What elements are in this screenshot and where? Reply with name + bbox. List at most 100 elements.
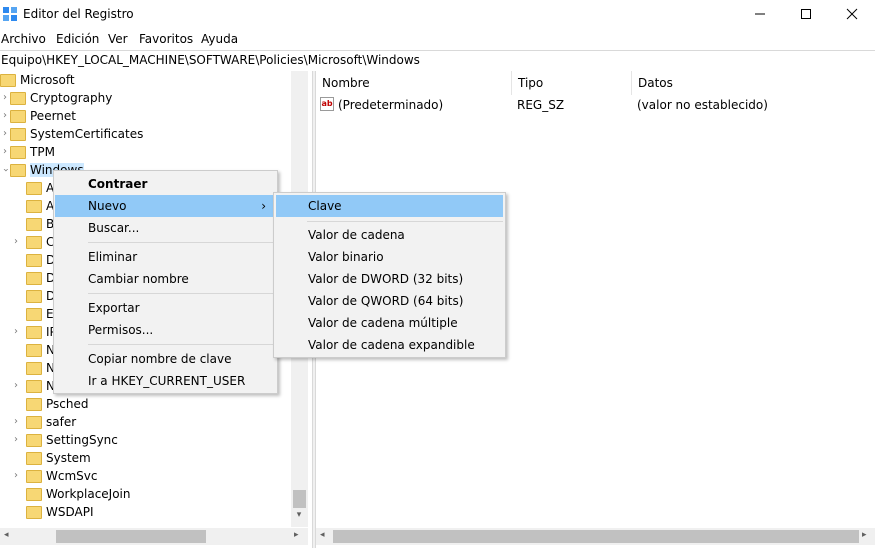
tree-node-child[interactable]: N xyxy=(26,341,55,359)
expand-chevron-icon[interactable]: › xyxy=(11,431,21,449)
menu-separator xyxy=(88,293,274,294)
scroll-left-arrow-icon[interactable]: ◂ xyxy=(320,530,330,543)
expand-chevron-icon[interactable]: › xyxy=(0,107,10,125)
tree-node-systemcertificates[interactable]: SystemCertificates xyxy=(10,125,143,143)
maximize-icon xyxy=(801,9,811,19)
tree-node-workplacejoin[interactable]: WorkplaceJoin xyxy=(26,485,131,503)
address-path[interactable]: Equipo\HKEY_LOCAL_MACHINE\SOFTWARE\Polic… xyxy=(1,52,420,68)
expand-chevron-icon[interactable]: › xyxy=(11,377,21,395)
menu-item-ir-a-hkcu[interactable]: Ir a HKEY_CURRENT_USER xyxy=(55,370,276,392)
close-icon xyxy=(846,8,858,20)
submenu-item-valor-cadena-multiple[interactable]: Valor de cadena múltiple xyxy=(276,312,503,334)
folder-icon xyxy=(26,487,42,501)
scroll-right-arrow-icon[interactable]: ▸ xyxy=(294,530,304,543)
submenu-arrow-icon: › xyxy=(261,199,266,213)
string-value-icon: ab xyxy=(320,97,334,111)
tree-node-child[interactable]: B xyxy=(26,215,54,233)
value-type: REG_SZ xyxy=(517,98,565,112)
tree-vertical-scroll-thumb[interactable] xyxy=(293,490,306,508)
column-header-datos[interactable]: Datos xyxy=(632,71,875,95)
menu-item-nuevo[interactable]: Nuevo › xyxy=(55,195,276,217)
window-title: Editor del Registro xyxy=(23,7,134,21)
menu-favoritos[interactable]: Favoritos xyxy=(139,31,193,47)
tree-node-child[interactable]: D xyxy=(26,269,55,287)
submenu-item-valor-binario[interactable]: Valor binario xyxy=(276,246,503,268)
folder-icon xyxy=(26,343,42,357)
tree-node-wsdapi[interactable]: WSDAPI xyxy=(26,503,94,521)
submenu-item-valor-qword[interactable]: Valor de QWORD (64 bits) xyxy=(276,290,503,312)
tree-node-child[interactable]: A xyxy=(26,179,54,197)
expand-chevron-icon[interactable]: › xyxy=(0,143,10,161)
tree-node-settingsync[interactable]: SettingSync xyxy=(26,431,118,449)
menu-ayuda[interactable]: Ayuda xyxy=(201,31,238,47)
tree-node-child[interactable]: D xyxy=(26,251,55,269)
tree-node-microsoft[interactable]: Microsoft xyxy=(0,71,75,89)
menu-separator xyxy=(88,242,274,243)
menu-archivo[interactable]: Archivo xyxy=(1,31,46,47)
menu-item-copiar-nombre-clave[interactable]: Copiar nombre de clave xyxy=(55,348,276,370)
folder-icon xyxy=(26,397,42,411)
tree-node-child[interactable]: E xyxy=(26,305,54,323)
menu-item-eliminar[interactable]: Eliminar xyxy=(55,246,276,268)
menu-item-cambiar-nombre[interactable]: Cambiar nombre xyxy=(55,268,276,290)
folder-icon xyxy=(26,379,42,393)
expand-chevron-icon[interactable]: › xyxy=(0,125,10,143)
menu-item-contraer[interactable]: Contraer xyxy=(55,173,276,195)
context-menu: Contraer Nuevo › Buscar... Eliminar Camb… xyxy=(53,170,278,394)
expand-chevron-icon[interactable]: › xyxy=(11,467,21,485)
expand-chevron-icon[interactable]: › xyxy=(0,89,10,107)
column-header-nombre[interactable]: Nombre xyxy=(316,71,512,95)
scroll-right-arrow-icon[interactable]: ▸ xyxy=(862,530,872,543)
folder-icon xyxy=(26,199,42,213)
folder-icon xyxy=(26,253,42,267)
tree-node-psched[interactable]: Psched xyxy=(26,395,88,413)
tree-node-safer[interactable]: safer xyxy=(26,413,76,431)
tree-horizontal-scroll-thumb[interactable] xyxy=(56,530,206,543)
submenu-item-clave[interactable]: Clave xyxy=(276,195,503,217)
folder-icon xyxy=(0,73,16,87)
folder-icon xyxy=(10,91,26,105)
column-header-tipo[interactable]: Tipo xyxy=(512,71,632,95)
tree-node-wcmsvc[interactable]: WcmSvc xyxy=(26,467,97,485)
folder-icon xyxy=(26,505,42,519)
submenu-item-valor-dword[interactable]: Valor de DWORD (32 bits) xyxy=(276,268,503,290)
menu-item-exportar[interactable]: Exportar xyxy=(55,297,276,319)
tree-node-tpm[interactable]: TPM xyxy=(10,143,55,161)
folder-icon xyxy=(26,235,42,249)
expand-chevron-icon[interactable]: › xyxy=(11,233,21,251)
menu-edicion[interactable]: Edición xyxy=(56,31,99,47)
tree-node-system[interactable]: System xyxy=(26,449,91,467)
scroll-down-arrow-icon[interactable]: ▾ xyxy=(294,510,304,524)
tree-node-child[interactable]: A xyxy=(26,197,54,215)
tree-node-child[interactable]: N xyxy=(26,377,55,395)
list-horizontal-scroll-thumb[interactable] xyxy=(333,530,859,543)
tree-node-cryptography[interactable]: Cryptography xyxy=(10,89,112,107)
menu-item-buscar[interactable]: Buscar... xyxy=(55,217,276,239)
expand-chevron-icon[interactable]: › xyxy=(11,413,21,431)
menu-ver[interactable]: Ver xyxy=(108,31,128,47)
scroll-left-arrow-icon[interactable]: ◂ xyxy=(4,530,14,543)
folder-open-icon xyxy=(10,163,26,177)
folder-icon xyxy=(26,451,42,465)
tree-node-child[interactable]: C xyxy=(26,233,54,251)
expand-chevron-icon[interactable]: › xyxy=(11,323,21,341)
tree-node-peernet[interactable]: Peernet xyxy=(10,107,76,125)
folder-icon xyxy=(26,415,42,429)
menu-item-permisos[interactable]: Permisos... xyxy=(55,319,276,341)
menu-separator xyxy=(307,221,503,222)
value-name[interactable]: (Predeterminado) xyxy=(338,96,443,114)
menu-bar xyxy=(0,28,875,49)
menu-item-nuevo-label: Nuevo xyxy=(88,199,127,213)
folder-icon xyxy=(26,271,42,285)
tree-node-child[interactable]: N xyxy=(26,359,55,377)
folder-icon xyxy=(26,307,42,321)
new-submenu: Clave Valor de cadena Valor binario Valo… xyxy=(273,192,506,358)
submenu-item-valor-cadena-expandible[interactable]: Valor de cadena expandible xyxy=(276,334,503,356)
close-button[interactable] xyxy=(829,0,875,28)
tree-node-child[interactable]: D xyxy=(26,287,55,305)
minimize-button[interactable] xyxy=(737,0,783,28)
submenu-item-valor-cadena[interactable]: Valor de cadena xyxy=(276,224,503,246)
maximize-button[interactable] xyxy=(783,0,829,28)
folder-icon xyxy=(10,145,26,159)
registry-app-icon xyxy=(2,6,18,22)
